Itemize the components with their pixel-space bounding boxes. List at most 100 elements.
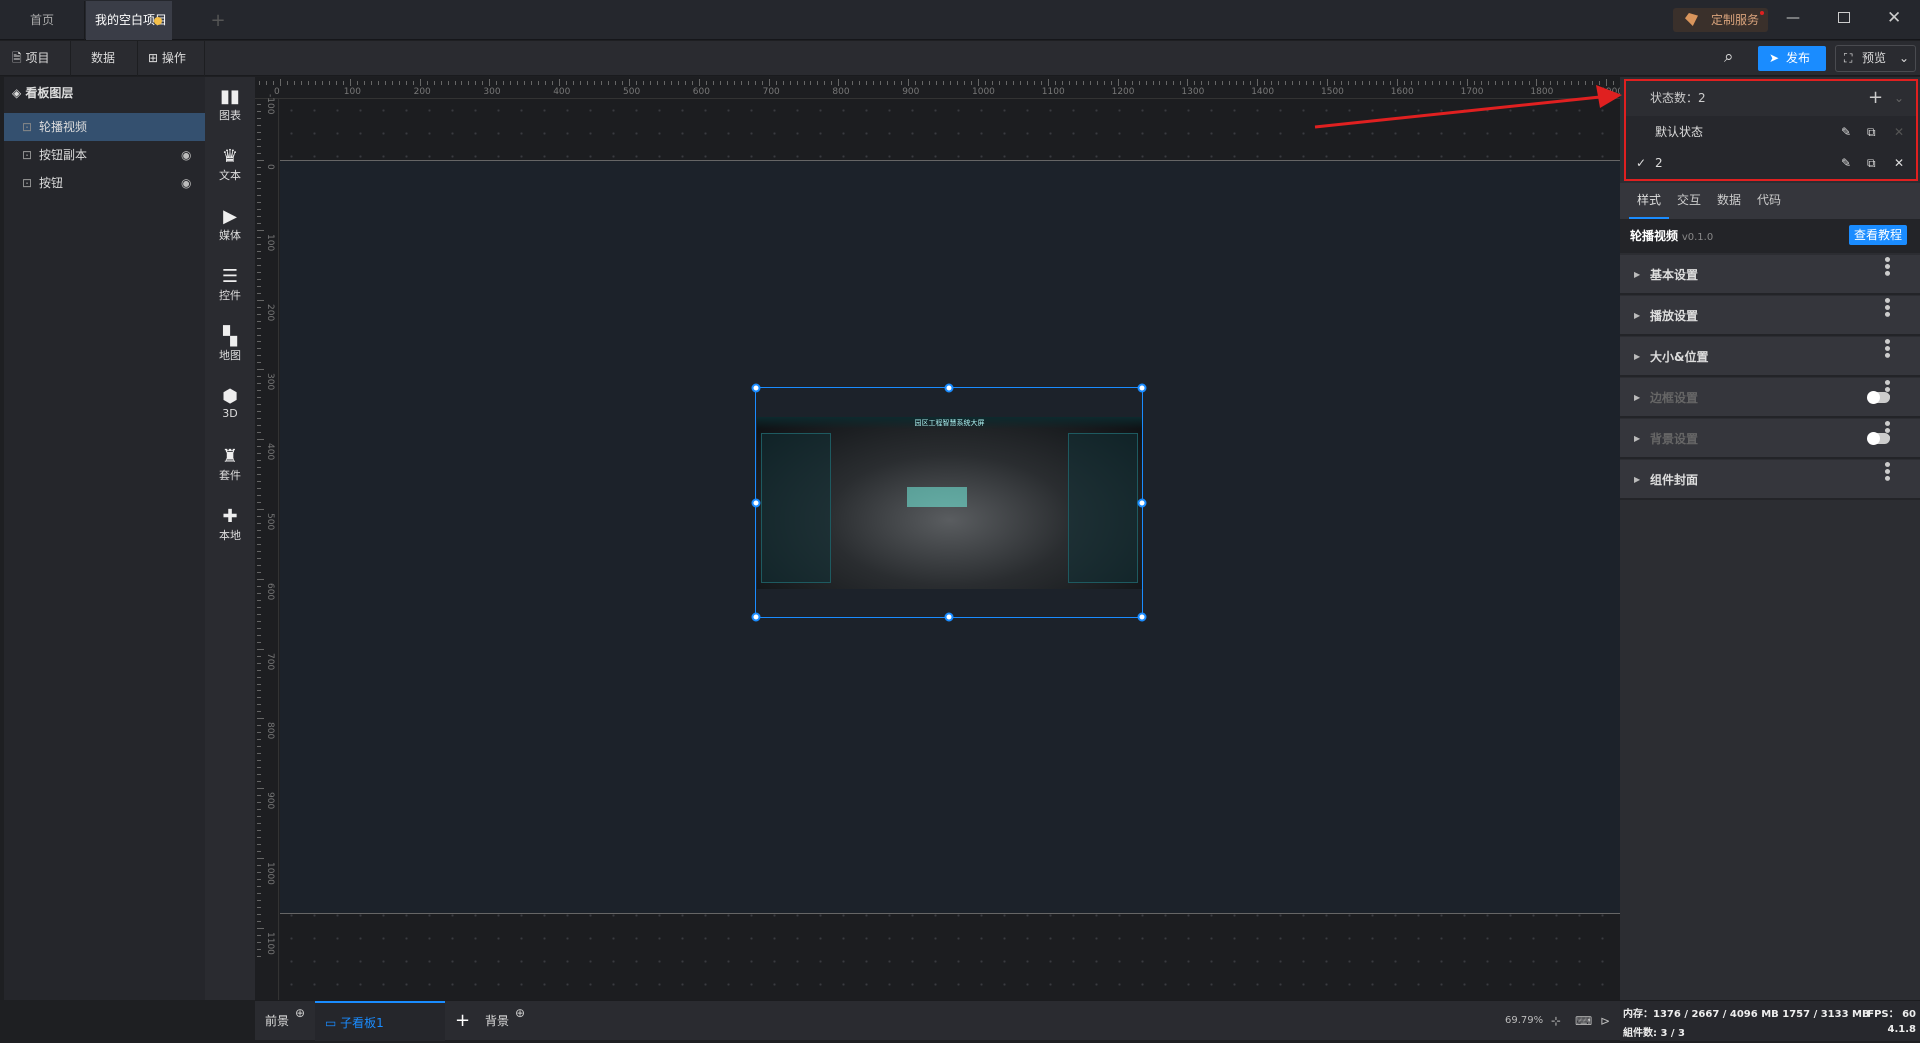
carousel-video-component[interactable]: 园区工程智慧系统大屏 [751, 383, 1147, 622]
more-icon[interactable]: ••• [1866, 337, 1906, 358]
ruler-tick [257, 327, 261, 329]
section-2[interactable]: ▶ 大小&位置 ••• [1620, 337, 1920, 377]
tutorial-button[interactable]: 查看教程 [1849, 225, 1908, 245]
layer-item[interactable]: ⊡ 按钮 ◉ [4, 169, 205, 197]
component-map[interactable]: ▚ 地图 [205, 327, 255, 363]
more-icon[interactable]: ••• [1866, 296, 1906, 317]
tab-home[interactable]: 首页 [0, 1, 85, 40]
ruler-tick [587, 81, 589, 85]
keyboard-icon[interactable]: ⌨ [1575, 1001, 1592, 1041]
ruler-label: 700 [265, 652, 275, 670]
add-circle-icon[interactable]: ⊕ [515, 993, 525, 1033]
ruler-tick [412, 81, 414, 85]
foreground-tab[interactable]: 前景 ⊕ [265, 1001, 305, 1041]
copy-icon[interactable]: ⧉ [1867, 116, 1876, 148]
publish-button[interactable]: ➤ 发布 [1758, 46, 1826, 71]
state-item[interactable]: 默认状态 ✎ ⧉ ✕ [1626, 116, 1916, 148]
resize-handle[interactable] [751, 383, 761, 393]
component-chart[interactable]: ▮▮ 图表 [205, 87, 255, 123]
background-tab[interactable]: 背景 ⊕ [485, 1001, 525, 1041]
fit-screen-icon[interactable]: ⊹ [1551, 1001, 1561, 1041]
section-3[interactable]: ▶ 边框设置 ••• [1620, 378, 1920, 418]
resize-handle[interactable] [1137, 383, 1147, 393]
minimize-button[interactable]: — [1786, 10, 1800, 26]
more-icon[interactable]: ••• [1866, 460, 1906, 481]
resize-handle[interactable] [944, 612, 954, 622]
add-state-icon[interactable]: + [1868, 81, 1883, 115]
ruler-tick [286, 81, 288, 85]
resize-handle[interactable] [751, 498, 761, 507]
layer-item[interactable]: ⊡ 轮播视频 [4, 113, 205, 141]
hidden-eye-icon[interactable]: ◉ [181, 141, 191, 169]
ruler-tick [426, 81, 428, 85]
tab-code[interactable]: 代码 [1749, 183, 1789, 217]
section-1[interactable]: ▶ 播放设置 ••• [1620, 296, 1920, 336]
terminal-icon[interactable]: ⊳ [1600, 1001, 1610, 1041]
section-0[interactable]: ▶ 基本设置 ••• [1620, 255, 1920, 295]
ruler-label: 600 [265, 582, 275, 600]
more-icon[interactable]: ••• [1866, 255, 1906, 276]
section-label: 组件封面 [1650, 473, 1699, 487]
new-tab-button[interactable]: + [208, 1, 228, 40]
resize-handle[interactable] [751, 612, 761, 622]
ruler-tick [552, 81, 554, 85]
tab-style[interactable]: 样式 [1629, 183, 1669, 219]
search-icon[interactable]: ⌕ [1724, 47, 1734, 67]
edit-icon[interactable]: ✎ [1841, 116, 1851, 148]
ruler-tick [257, 592, 261, 594]
resize-handle[interactable] [1137, 612, 1147, 622]
unsaved-dot [154, 17, 162, 25]
ruler-tick [978, 79, 979, 86]
canvas-stage[interactable]: 园区工程智慧系统大屏 [280, 99, 1620, 1000]
project-menu[interactable]: 🗎 项目 ⌄ [0, 41, 71, 100]
component-text[interactable]: ♛ 文本 [205, 147, 255, 183]
component-control[interactable]: ☰ 控件 [205, 267, 255, 303]
add-circle-icon[interactable]: ⊕ [295, 993, 305, 1033]
operate-menu[interactable]: ⊞ 操作 ⌄ [138, 41, 205, 100]
component-library: ▮▮ 图表 ♛ 文本 ▶ 媒体 ☰ 控件 ▚ 地图 ⬢ 3D ♜ 套件 ✚ 本地 [205, 77, 255, 1000]
ruler-tick [1187, 79, 1189, 86]
add-board-button[interactable]: + [455, 1001, 470, 1041]
subboard-tab[interactable]: ▭ 子看板1 [315, 1001, 445, 1041]
operate-label: 操作 [161, 51, 186, 65]
tab-project[interactable]: 我的空白项目 [86, 1, 172, 40]
delete-icon[interactable]: ✕ [1894, 148, 1904, 179]
map-icon: ▚ [223, 326, 237, 347]
ruler-tick [363, 81, 365, 85]
ruler-tick [257, 411, 261, 413]
preview-button[interactable]: ⛶ 预览 ⌄ [1835, 45, 1916, 72]
more-icon[interactable]: ••• [1866, 378, 1906, 399]
component-media[interactable]: ▶ 媒体 [205, 207, 255, 243]
ruler-tick [257, 941, 261, 943]
section-5[interactable]: ▶ 组件封面 ••• [1620, 460, 1920, 500]
ruler-tick [257, 341, 261, 343]
ruler-tick [257, 397, 261, 399]
ruler-tick [838, 79, 840, 86]
copy-icon[interactable]: ⧉ [1867, 148, 1876, 179]
ruler-tick [964, 81, 966, 85]
more-icon[interactable]: ••• [1866, 419, 1906, 440]
resize-handle[interactable] [944, 383, 954, 393]
resize-handle[interactable] [1137, 498, 1147, 507]
chevron-down-icon[interactable]: ⌄ [1894, 81, 1904, 115]
hidden-eye-icon[interactable]: ◉ [181, 169, 191, 197]
tab-interaction[interactable]: 交互 [1669, 183, 1709, 217]
layer-item[interactable]: ⊡ 按钮副本 ◉ [4, 141, 205, 169]
data-menu[interactable]: 数据 ⌄ [71, 41, 138, 100]
component-local[interactable]: ✚ 本地 [205, 507, 255, 543]
component-3d[interactable]: ⬢ 3D [205, 387, 255, 421]
restore-button[interactable] [1838, 12, 1850, 23]
edit-icon[interactable]: ✎ [1841, 148, 1851, 179]
ruler-tick [257, 948, 261, 950]
ruler-tick [257, 851, 261, 853]
zoom-level[interactable]: 69.79% [1505, 1001, 1543, 1041]
tab-data[interactable]: 数据 [1709, 183, 1749, 217]
close-window-button[interactable]: ✕ [1887, 8, 1901, 28]
custom-service-button[interactable]: 定制服务 [1673, 8, 1768, 32]
section-4[interactable]: ▶ 背景设置 ••• [1620, 419, 1920, 459]
component-suite[interactable]: ♜ 套件 [205, 447, 255, 483]
delete-icon[interactable]: ✕ [1894, 116, 1904, 148]
state-item[interactable]: ✓ 2 ✎ ⧉ ✕ [1626, 148, 1916, 179]
ruler-tick [257, 201, 261, 203]
ruler-tick [257, 627, 261, 629]
